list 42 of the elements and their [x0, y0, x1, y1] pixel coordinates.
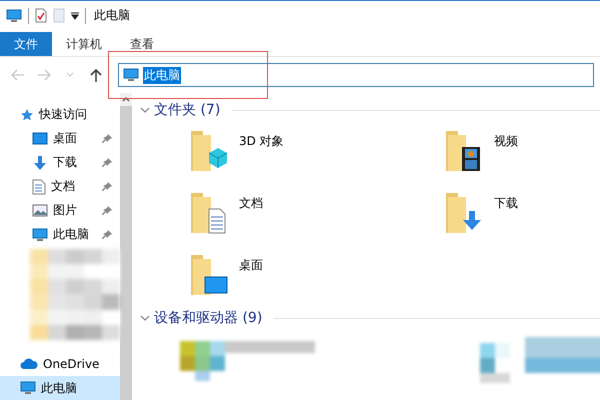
properties-icon[interactable] [35, 8, 47, 23]
pin-icon[interactable] [102, 230, 112, 240]
sidebar-item[interactable]: 桌面 [0, 126, 120, 151]
folder-item[interactable]: 文档 [187, 189, 442, 241]
sidebar-item[interactable]: 文档 [0, 174, 120, 199]
sidebar-item[interactable]: OneDrive [0, 352, 120, 376]
cloud-icon [20, 358, 38, 370]
sidebar-item[interactable]: 下载 [0, 150, 120, 175]
star-icon [20, 108, 34, 122]
scrollbar[interactable] [120, 93, 132, 400]
folder-item[interactable]: 桌面 [187, 251, 442, 303]
dropdown-caret-icon[interactable] [71, 12, 79, 20]
pin-icon[interactable] [102, 182, 112, 192]
document-icon [32, 178, 46, 195]
sidebar-item[interactable]: 此电脑 [0, 222, 120, 247]
desktop-icon [32, 132, 48, 146]
address-bar[interactable]: 此电脑 [118, 63, 594, 87]
sidebar-item[interactable]: 图片 [0, 198, 120, 223]
ribbon-tab[interactable]: 计算机 [52, 32, 116, 56]
pin-icon[interactable] [102, 134, 112, 144]
pc-icon [32, 228, 48, 242]
pc-icon [20, 381, 36, 396]
pin-icon[interactable] [102, 158, 112, 168]
section-header[interactable]: 文件夹 (7) [154, 101, 220, 119]
folder-item[interactable]: 3D 对象 [187, 127, 442, 179]
download-arrow-icon [32, 154, 48, 171]
pc-icon [123, 68, 139, 82]
scroll-up-icon[interactable] [122, 96, 130, 102]
sidebar-item[interactable]: 此电脑 [0, 376, 120, 400]
section-header[interactable]: 设备和驱动器 (9) [154, 309, 262, 327]
folder-item[interactable]: 下载 [442, 189, 600, 241]
chevron-down-icon[interactable] [140, 105, 150, 115]
sidebar-item[interactable]: 快速访问 [0, 103, 120, 127]
window-title: 此电脑 [94, 7, 130, 24]
ribbon-tab[interactable]: 查看 [116, 32, 168, 56]
pin-icon[interactable] [102, 206, 112, 216]
chevron-down-icon[interactable] [140, 313, 150, 323]
folder-item[interactable]: 视频 [442, 127, 600, 179]
up-arrow-icon[interactable] [90, 68, 102, 82]
computer-icon [6, 8, 22, 22]
ribbon-tab[interactable]: 文件 [0, 32, 52, 56]
picture-icon [32, 204, 48, 218]
